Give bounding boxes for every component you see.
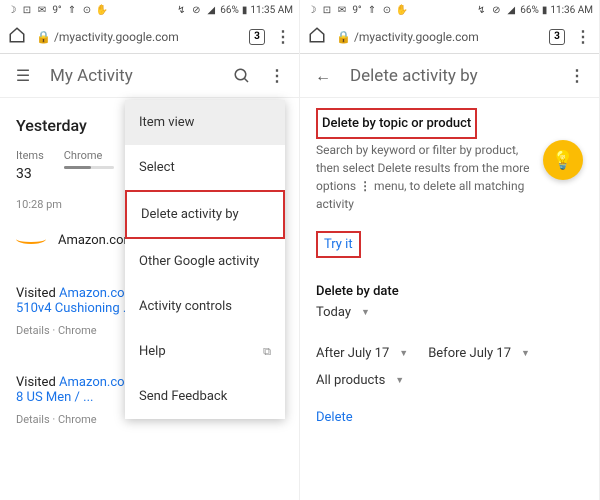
chevron-down-icon: ▼	[361, 307, 370, 318]
stat-items: Items 33	[16, 149, 44, 182]
browser-menu-icon[interactable]: ⋮	[275, 27, 291, 46]
date-preset-select[interactable]: Today▼	[316, 299, 583, 326]
lock-icon: 🔒	[336, 30, 351, 44]
products-select[interactable]: All products▼	[316, 367, 583, 394]
hamburger-icon[interactable]: ☰	[14, 67, 32, 85]
app-bar: ← Delete activity by ⋮	[300, 54, 599, 98]
url-bar: 🔒/myactivity.google.com 3 ⋮	[300, 20, 599, 54]
chevron-down-icon: ▼	[521, 348, 530, 359]
app-bar: ☰ My Activity ⋮	[0, 54, 299, 98]
amazon-logo-icon	[16, 234, 46, 244]
url-bar: 🔒/myactivity.google.com 3 ⋮	[0, 20, 299, 54]
menu-item-select[interactable]: Select	[125, 145, 285, 190]
stat-chrome: Chrome	[64, 149, 114, 182]
tips-fab[interactable]: 💡	[543, 140, 583, 180]
delete-by-date-header: Delete by date	[316, 284, 583, 299]
menu-item-activity-controls[interactable]: Activity controls	[125, 284, 285, 329]
delete-by-topic-header: Delete by topic or product	[316, 108, 477, 139]
back-icon[interactable]: ←	[314, 67, 332, 85]
tab-count[interactable]: 3	[549, 29, 565, 45]
overflow-menu: Item view Select Delete activity by Othe…	[125, 100, 285, 419]
topic-description: Search by keyword or filter by product, …	[316, 141, 583, 213]
menu-item-item-view[interactable]: Item view	[125, 100, 285, 145]
url[interactable]: 🔒/myactivity.google.com	[36, 30, 239, 44]
page-title: Delete activity by	[350, 66, 551, 86]
try-it-link[interactable]: Try it	[316, 231, 361, 258]
url[interactable]: 🔒/myactivity.google.com	[336, 30, 539, 44]
more-options-icon: ⋮	[359, 179, 371, 193]
site-name: Amazon.com	[58, 233, 135, 248]
menu-item-help[interactable]: Help⧉	[125, 329, 285, 374]
status-bar: ☽⊡✉9°⇑⊙✋ ↯⊘◢66%▮11:36 AM	[300, 0, 599, 20]
browser-menu-icon[interactable]: ⋮	[575, 27, 591, 46]
chevron-down-icon: ▼	[395, 375, 404, 386]
search-icon[interactable]	[233, 67, 251, 85]
screen-right: ☽⊡✉9°⇑⊙✋ ↯⊘◢66%▮11:36 AM 🔒/myactivity.go…	[300, 0, 600, 500]
home-icon[interactable]	[8, 26, 26, 48]
screen-left: ☽⊡✉9°⇑⊙✋ ↯⊘◢ 66%▮ 11:35 AM 🔒/myactivity.…	[0, 0, 300, 500]
tab-count[interactable]: 3	[249, 29, 265, 45]
external-icon: ⧉	[263, 345, 271, 359]
menu-item-send-feedback[interactable]: Send Feedback	[125, 374, 285, 419]
content: Delete by topic or product 💡 Search by k…	[300, 98, 599, 439]
home-icon[interactable]	[308, 26, 326, 48]
status-bar: ☽⊡✉9°⇑⊙✋ ↯⊘◢ 66%▮ 11:35 AM	[0, 0, 299, 20]
app-menu-icon[interactable]: ⋮	[269, 66, 285, 85]
status-left: ☽⊡✉9°⇑⊙✋	[6, 4, 108, 16]
before-date-select[interactable]: Before July 17▼	[428, 340, 530, 367]
after-date-select[interactable]: After July 17▼	[316, 340, 408, 367]
page-title: My Activity	[50, 66, 215, 86]
chevron-down-icon: ▼	[399, 348, 408, 359]
status-right: ↯⊘◢ 66%▮ 11:35 AM	[175, 4, 293, 16]
menu-item-other-activity[interactable]: Other Google activity	[125, 239, 285, 284]
app-menu-icon[interactable]: ⋮	[569, 66, 585, 85]
lightbulb-icon: 💡	[552, 150, 574, 171]
menu-item-delete-activity-by[interactable]: Delete activity by	[125, 190, 285, 239]
lock-icon: 🔒	[36, 30, 51, 44]
delete-button[interactable]: Delete	[316, 410, 353, 425]
